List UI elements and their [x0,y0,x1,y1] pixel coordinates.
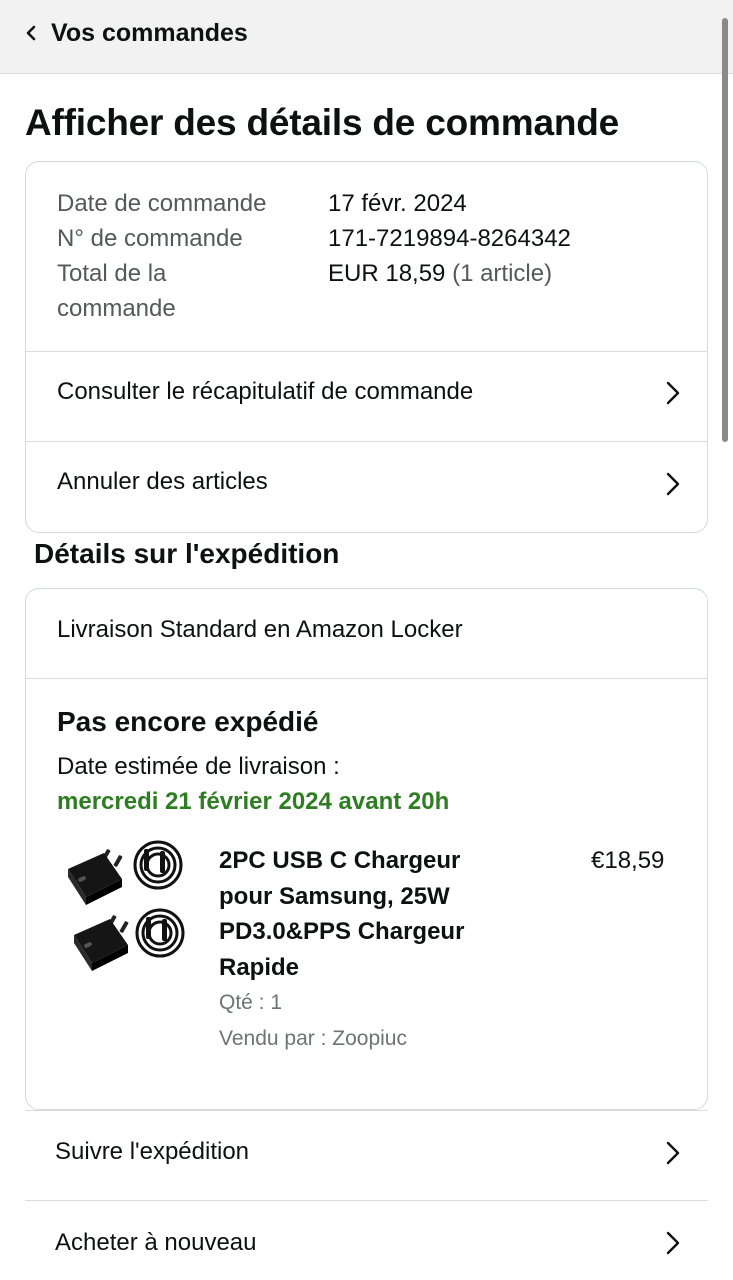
product-price: €18,59 [591,847,665,874]
chevron-right-icon[interactable] [666,1141,680,1165]
divider [26,678,707,679]
divider [26,351,707,352]
product-seller: Vendu par : Zoopiuc [219,1027,407,1050]
order-number-value: 171-7219894-8264342 [328,225,571,252]
order-date-value: 17 févr. 2024 [328,190,467,217]
order-summary-label[interactable]: Consulter le récapitulatif de commande [57,375,473,409]
order-info-card: Date de commande 17 févr. 2024 N° de com… [25,161,708,533]
shipment-card: Livraison Standard en Amazon Locker Pas … [25,588,708,1110]
back-link-label[interactable]: Vos commandes [51,16,248,50]
shipping-section-title: Détails sur l'expédition [34,538,340,569]
order-number-label: N° de commande [57,225,243,252]
product-image[interactable] [60,839,190,979]
divider [26,441,707,442]
order-total-label-line1: Total de la [57,260,167,287]
top-nav-bar: Vos commandes [0,0,733,74]
buy-again-label[interactable]: Acheter à nouveau [55,1226,256,1260]
order-item-count: (1 article) [452,260,553,287]
order-total-label-line2: commande [57,295,176,322]
product-title-link[interactable]: 2PC USB C Chargeur pour Samsung, 25W PD3… [219,843,509,985]
order-total-value: EUR 18,59 (1 article) [328,256,552,291]
order-total-amount: EUR 18,59 [328,260,446,287]
cancel-items-label[interactable]: Annuler des articles [57,465,268,499]
estimated-delivery-date: mercredi 21 février 2024 avant 20h [57,788,450,815]
chevron-right-icon[interactable] [666,1231,680,1255]
page-title: Afficher des détails de commande [25,102,620,143]
chevron-right-icon[interactable] [666,472,680,496]
chevron-right-icon[interactable] [666,381,680,405]
divider [25,1200,708,1201]
delivery-method: Livraison Standard en Amazon Locker [57,616,463,643]
estimated-delivery-label: Date estimée de livraison : [57,753,340,780]
track-shipment-label[interactable]: Suivre l'expédition [55,1135,249,1169]
shipment-status: Pas encore expédié [57,706,319,737]
order-date-label: Date de commande [57,190,267,217]
divider [25,1110,708,1111]
scrollbar[interactable] [722,18,728,442]
product-quantity: Qté : 1 [219,991,283,1014]
chevron-left-icon[interactable] [22,23,40,43]
